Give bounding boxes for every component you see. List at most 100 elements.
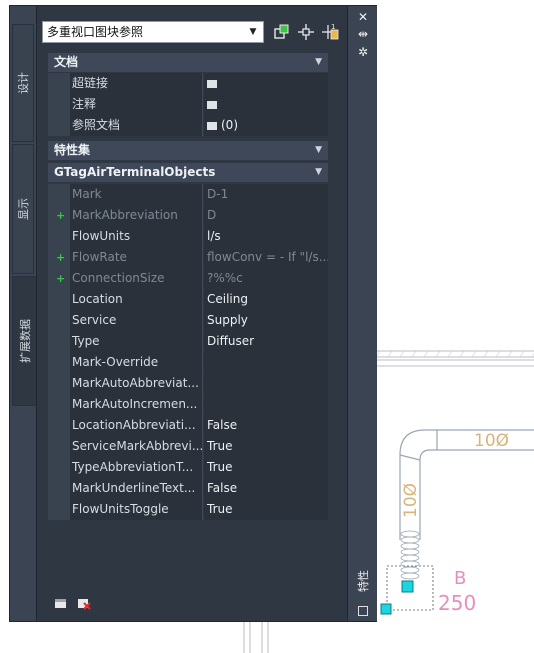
table-icon [207,79,217,88]
property-row[interactable]: Service Supply [48,310,328,331]
property-value[interactable]: False [204,415,328,436]
property-row[interactable]: MarkAutoAbbreviat... [48,373,328,394]
property-row[interactable]: LocationAbbreviati... False [48,415,328,436]
close-icon[interactable]: ✕ [356,10,370,24]
property-label: Location [70,289,203,310]
section-property-sets[interactable]: 特性集 ▼ [48,141,328,160]
properties-settings-icon[interactable]: ✲ [356,45,370,59]
chevron-down-icon: ▼ [249,27,257,37]
property-label: Mark [70,184,203,205]
add-indicator-icon: + [56,251,66,264]
table-icon [207,121,217,130]
property-value[interactable] [204,373,328,394]
property-value[interactable]: False [204,478,328,499]
property-label: 注释 [70,94,203,115]
delete-icon[interactable] [77,597,91,610]
property-label: TypeAbbreviationT... [70,457,203,478]
property-value[interactable]: (0) [204,115,328,136]
property-label: MarkAbbreviation [70,205,203,226]
property-label: 超链接 [70,73,203,94]
tag-number: 250 [438,591,476,615]
property-label: ServiceMarkAbbrevi... [70,436,203,457]
property-row[interactable]: MarkUnderlineText... False [48,478,328,499]
collapse-chevron-icon: ▼ [315,57,322,67]
property-label: FlowUnitsToggle [70,499,203,520]
auto-hide-icon[interactable]: ⇹ [356,27,370,41]
palette-title: 特性 [357,570,370,592]
grip-point-insertion[interactable] [380,603,392,615]
grip-point[interactable] [401,580,414,593]
property-value[interactable]: Diffuser [204,331,328,352]
property-row[interactable]: Mark D-1 [48,184,328,205]
property-row[interactable]: Location Ceiling [48,289,328,310]
property-value[interactable]: True [204,499,328,520]
select-objects-icon[interactable] [297,23,315,41]
property-value[interactable]: flowConv = - If "l/s... [204,247,328,268]
add-indicator-icon: + [56,272,66,285]
section-gtag-air-terminal[interactable]: GTagAirTerminalObjects ▼ [48,163,328,182]
property-value[interactable]: True [204,436,328,457]
property-value[interactable] [204,394,328,415]
property-label: FlowRate [70,247,203,268]
property-value[interactable] [204,352,328,373]
property-row[interactable]: TypeAbbreviationT... True [48,457,328,478]
property-label: FlowUnits [70,226,203,247]
property-label: ConnectionSize [70,268,203,289]
quick-select-icon[interactable] [273,23,291,41]
property-label: 参照文档 [70,115,203,136]
property-label: LocationAbbreviati... [70,415,203,436]
property-value[interactable]: D [204,205,328,226]
property-row[interactable]: ServiceMarkAbbrevi... True [48,436,328,457]
property-row[interactable]: Mark-Override [48,352,328,373]
property-row[interactable]: MarkAutoIncremen... [48,394,328,415]
property-label: Mark-Override [70,352,203,373]
collapse-chevron-icon: ▼ [315,167,322,177]
edit-icon[interactable] [54,596,68,609]
object-type-dropdown[interactable]: 多重视口图块参照 ▼ [42,21,264,43]
property-row[interactable]: + MarkAbbreviation D [48,205,328,226]
property-value[interactable]: True [204,457,328,478]
add-indicator-icon: + [56,209,66,222]
property-value[interactable] [204,94,328,115]
tag-letter: B [454,568,466,589]
property-row[interactable]: 参照文档 (0) [48,115,328,136]
property-label: Service [70,310,203,331]
property-value[interactable]: Supply [204,310,328,331]
duct-size-label-v: 10Ø [401,483,421,518]
pickadd-icon[interactable]: 1 [321,23,339,41]
property-row[interactable]: 注释 [48,94,328,115]
properties-palette: 设计 显示 扩展数据 多重视口图块参照 ▼ 1 文档 ▼ 超链接 注释 参照文档… [9,5,377,622]
property-value[interactable] [204,73,328,94]
palette-content: 多重视口图块参照 ▼ 1 文档 ▼ 超链接 注释 参照文档 (0) 特性集 ▼ … [36,6,347,621]
property-row[interactable]: 超链接 [48,73,328,94]
palette-menu-icon[interactable] [358,606,368,616]
property-row[interactable]: FlowUnitsToggle True [48,499,328,520]
palette-tab-strip: 设计 显示 扩展数据 [10,6,36,621]
property-row[interactable]: + ConnectionSize ?%%c [48,268,328,289]
property-value[interactable]: l/s [204,226,328,247]
wall-lines [370,350,534,367]
pipe-stub-lines [243,622,269,653]
collapse-chevron-icon: ▼ [315,145,322,155]
property-row[interactable]: + FlowRate flowConv = - If "l/s... [48,247,328,268]
object-type-value: 多重视口图块参照 [47,25,144,39]
property-value[interactable]: ?%%c [204,268,328,289]
property-label: MarkUnderlineText... [70,478,203,499]
property-row[interactable]: FlowUnits l/s [48,226,328,247]
property-label: MarkAutoAbbreviat... [70,373,203,394]
property-row[interactable]: Type Diffuser [48,331,328,352]
palette-title-bar[interactable]: ✕ ⇹ ✲ 特性 [347,6,377,621]
property-label: Type [70,331,203,352]
property-value[interactable]: D-1 [204,184,328,205]
duct-size-label-h: 10Ø [474,431,509,451]
property-label: MarkAutoIncremen... [70,394,203,415]
tab-display[interactable]: 显示 [12,144,34,274]
section-documents[interactable]: 文档 ▼ [48,53,328,72]
flex-duct [400,530,420,580]
tab-extended-data[interactable]: 扩展数据 [12,276,36,406]
tab-design[interactable]: 设计 [12,24,34,142]
table-icon [207,100,217,109]
wall-hatch [375,350,534,358]
svg-text:1: 1 [331,23,335,31]
property-value[interactable]: Ceiling [204,289,328,310]
